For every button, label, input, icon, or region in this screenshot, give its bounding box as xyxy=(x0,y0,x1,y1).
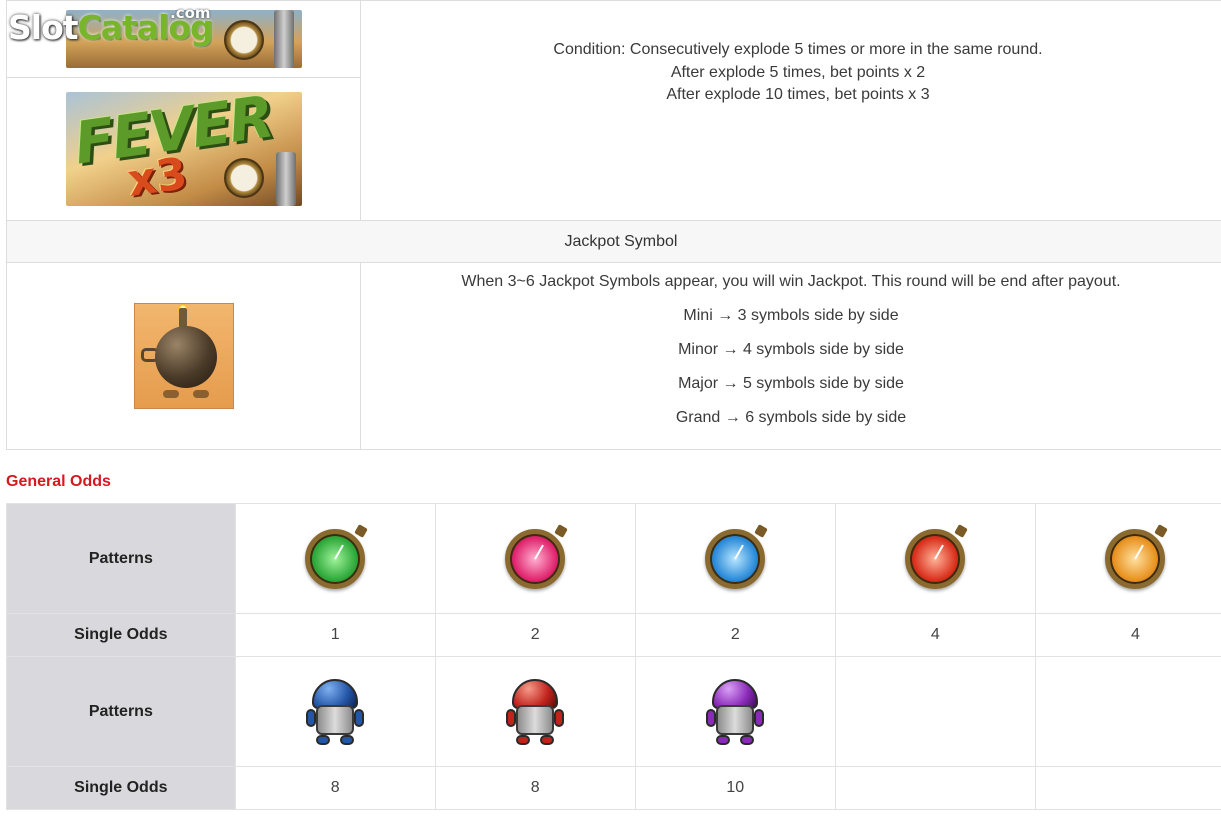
purple-robot-icon xyxy=(706,678,765,745)
bomb-body-icon xyxy=(154,326,217,388)
fever-banner-image-x3: FEVER x3 xyxy=(65,92,302,206)
empty-cell xyxy=(834,656,1036,767)
feature-table: Condition: Consecutively explode 5 times… xyxy=(6,0,1221,450)
bomb-icon xyxy=(133,303,234,409)
pipe-icon xyxy=(273,10,294,68)
red-robot-icon xyxy=(506,678,565,745)
odds-value: 8 xyxy=(234,766,436,810)
bomb-foot-icon xyxy=(162,390,179,398)
jackpot-tier-major: Major → 5 symbols side by side xyxy=(678,374,904,392)
patterns-label: Patterns xyxy=(6,656,236,767)
odds-value: 4 xyxy=(834,613,1036,657)
single-odds-row-2: Single Odds 8 8 10 xyxy=(6,766,1221,810)
odds-value: 2 xyxy=(634,613,836,657)
odds-value: 10 xyxy=(634,766,836,810)
jackpot-row: When 3~6 Jackpot Symbols appear, you wil… xyxy=(6,262,1221,450)
symbol-cell xyxy=(1034,503,1221,614)
blue-robot-icon xyxy=(306,678,365,745)
jackpot-heading-row: Jackpot Symbol xyxy=(6,220,1221,263)
watermark-domain-text: .com xyxy=(170,4,211,22)
orange-clock-icon xyxy=(1105,523,1169,589)
symbol-cell xyxy=(234,503,436,614)
fever-description-cell: Condition: Consecutively explode 5 times… xyxy=(360,0,1221,221)
patterns-label: Patterns xyxy=(6,503,236,614)
fever-rule-10-text: After explode 10 times, bet points x 3 xyxy=(666,86,930,103)
odds-value: 4 xyxy=(1034,613,1221,657)
symbol-cell xyxy=(434,656,636,767)
blue-clock-icon xyxy=(705,523,769,589)
pink-clock-icon xyxy=(505,523,569,589)
watermark-slot-text: Slot xyxy=(8,8,79,47)
jackpot-image-cell xyxy=(6,262,361,450)
fever-banner-multiplier: x3 xyxy=(124,148,190,206)
single-odds-label: Single Odds xyxy=(6,613,236,657)
pipe-icon xyxy=(275,152,296,206)
jackpot-tier-grand: Grand → 6 symbols side by side xyxy=(675,408,907,426)
symbol-cell xyxy=(234,656,436,767)
odds-value: 2 xyxy=(434,613,636,657)
empty-cell xyxy=(1034,766,1221,810)
fuse-icon xyxy=(178,308,187,328)
empty-cell xyxy=(834,766,1036,810)
bomb-foot-icon xyxy=(192,390,209,398)
patterns-row-1: Patterns xyxy=(6,503,1221,614)
symbol-cell xyxy=(634,503,836,614)
symbol-cell xyxy=(434,503,636,614)
green-clock-icon xyxy=(305,523,369,589)
general-odds-table: Patterns Single Odds 1 2 2 4 4 Patterns xyxy=(6,503,1221,810)
patterns-row-2: Patterns xyxy=(6,656,1221,767)
jackpot-description-text: When 3~6 Jackpot Symbols appear, you wil… xyxy=(461,273,1121,290)
jackpot-tier-mini: Mini → 3 symbols side by side xyxy=(683,306,899,324)
symbol-cell xyxy=(834,503,1036,614)
red-clock-icon xyxy=(905,523,969,589)
jackpot-heading: Jackpot Symbol xyxy=(6,220,1221,263)
single-odds-row-1: Single Odds 1 2 2 4 4 xyxy=(6,613,1221,657)
single-odds-label: Single Odds xyxy=(6,766,236,810)
gauge-icon xyxy=(223,20,264,60)
jackpot-tier-minor: Minor → 4 symbols side by side xyxy=(678,340,904,358)
empty-cell xyxy=(1034,656,1221,767)
jackpot-description-cell: When 3~6 Jackpot Symbols appear, you wil… xyxy=(360,262,1221,450)
fever-banner-cell-2: FEVER x3 xyxy=(6,77,361,221)
odds-value: 8 xyxy=(434,766,636,810)
odds-value: 1 xyxy=(234,613,436,657)
slotcatalog-watermark: SlotCatalog .com xyxy=(8,4,214,47)
gauge-icon xyxy=(223,158,264,198)
general-odds-title: General Odds xyxy=(6,473,111,490)
fever-rule-5-text: After explode 5 times, bet points x 2 xyxy=(670,63,926,81)
symbol-cell xyxy=(634,656,836,767)
fever-condition-text: Condition: Consecutively explode 5 times… xyxy=(553,41,1043,58)
